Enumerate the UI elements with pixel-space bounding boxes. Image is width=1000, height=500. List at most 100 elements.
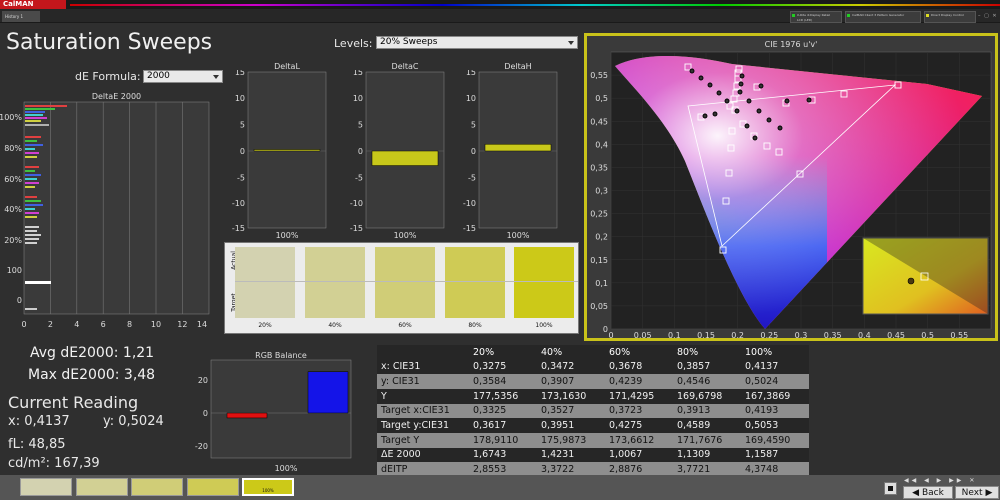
de-bar	[25, 170, 35, 172]
table-cell: 0,4193	[741, 403, 809, 419]
table-row: Target Y 178,9110 175,9873 173,6612 171,7676…	[377, 432, 809, 448]
current-y: y: 0,5024	[103, 414, 164, 429]
cie-y-label: 0,45	[590, 117, 608, 126]
deltaC-x-label: 100%	[394, 231, 417, 240]
de-bar	[25, 144, 43, 146]
meter-device[interactable]: X-Rite i1Display Retail LCD (LED)	[790, 11, 842, 23]
levels-select[interactable]: 20% Sweeps	[376, 36, 578, 49]
deltaL-x-label: 100%	[276, 231, 299, 240]
meter-device-mode: LCD (LED)	[797, 18, 813, 22]
table-cell: 169,4590	[741, 432, 809, 448]
table-cell: 0,4239	[605, 374, 673, 389]
pattern-generator-device[interactable]: CalMAN Client 3 Pattern Generator	[845, 11, 921, 23]
de2000-y-label: 100	[7, 266, 22, 275]
de2000-y-label: 80%	[4, 144, 22, 153]
tab-history[interactable]: History 1	[2, 11, 40, 22]
cie-measured-marker	[707, 82, 713, 88]
de-bar	[25, 230, 37, 232]
rgb-y-label: 20	[198, 376, 208, 385]
de-bar	[25, 208, 35, 210]
swatch-label: 40%	[328, 322, 342, 329]
cie-x-label: 0	[608, 331, 613, 338]
de-bar	[25, 242, 37, 244]
bottom-swatch[interactable]	[187, 478, 239, 496]
table-cell: 1,0067	[605, 447, 673, 463]
table-cell: 0,3678	[605, 359, 673, 375]
cie-x-label: 0,1	[668, 331, 681, 338]
swatch-actual	[514, 247, 574, 281]
table-cell: 0,3472	[537, 359, 605, 375]
delta-y-label: 5	[240, 121, 245, 130]
de-bar	[25, 136, 41, 138]
de-bar	[25, 111, 45, 113]
table-cell: 0,3913	[673, 403, 741, 419]
cie-y-label: 0,4	[595, 140, 608, 149]
de-bar	[25, 166, 39, 168]
playback-controls[interactable]: ◀◀ ◀ ▶ ▶▶ ✕	[904, 477, 998, 485]
de-bar	[25, 178, 37, 180]
max-de: Max dE2000: 3,48	[28, 367, 156, 383]
cie-x-label: 0,5	[921, 331, 934, 338]
de-bar	[25, 156, 37, 158]
table-cell: 171,7676	[673, 432, 741, 448]
app-logo[interactable]: CalMAN	[0, 0, 66, 9]
de-bar	[25, 308, 37, 310]
blue-balance-bar	[307, 371, 349, 414]
bottom-swatch[interactable]	[76, 478, 128, 496]
table-row: ΔE 2000 1,6743 1,4231 1,0067 1,1309 1,1587	[377, 447, 809, 463]
cie-measured-marker	[716, 90, 722, 96]
de-bar	[25, 114, 43, 116]
swatch-target	[445, 282, 505, 318]
cie-x-label: 0,35	[824, 331, 842, 338]
cie-measured-marker	[756, 108, 762, 114]
delta-y-label: 0	[358, 147, 363, 156]
de-bar	[25, 196, 37, 198]
table-cell: 171,4295	[605, 388, 673, 404]
current-luminance: cd/m²: 167,39	[8, 456, 100, 471]
de-formula-select[interactable]: 2000	[143, 70, 223, 83]
swatch-target	[375, 282, 435, 318]
de-formula-label: dE Formula:	[75, 70, 141, 83]
cie-measured-marker	[777, 125, 783, 131]
bottom-swatch[interactable]	[131, 478, 183, 496]
swatch-label: 80%	[468, 322, 482, 329]
cie-measured-marker	[737, 89, 743, 95]
delta-y-label: -10	[463, 199, 476, 208]
current-x: x: 0,4137	[8, 414, 70, 429]
deltaC-plot	[365, 71, 445, 229]
stop-button[interactable]	[884, 482, 897, 495]
bottom-swatch[interactable]: 100%	[242, 478, 294, 496]
table-cell: 175,9873	[537, 432, 605, 448]
table-cell: 1,1309	[673, 447, 741, 463]
back-button[interactable]: ◀ Back	[903, 486, 953, 499]
de-bar	[25, 226, 39, 228]
table-cell: 0,5053	[741, 418, 809, 433]
table-cell: 0,4589	[673, 418, 741, 433]
cie-chart: CIE 1976 u'v' 0,55 0,5 0,45 0,4 0,35 0,3 0,25 0…	[590, 40, 992, 340]
de2000-x-label: 8	[127, 320, 132, 329]
cie-x-label: 0,45	[887, 331, 905, 338]
table-cell: 1,6743	[469, 447, 537, 463]
table-cell: 178,9110	[469, 432, 537, 448]
display-control-device[interactable]: Direct Display Control	[924, 11, 976, 23]
window-controls[interactable]: – ▢ ✕	[978, 13, 998, 19]
cie-y-label: 0,25	[590, 210, 608, 219]
table-cell: 0,3584	[469, 374, 537, 389]
de2000-x-label: 12	[177, 320, 187, 329]
delta-y-label: 5	[358, 121, 363, 130]
table-cell: 0,4275	[605, 418, 673, 433]
chevron-down-icon	[568, 41, 574, 45]
table-cell: 0,5024	[741, 374, 809, 389]
next-button[interactable]: Next ▶	[955, 486, 999, 499]
table-row: Y 177,5356 173,1630 171,4295 169,6798 167,386…	[377, 388, 809, 404]
bottom-swatch[interactable]	[20, 478, 72, 496]
de2000-x-label: 6	[101, 320, 106, 329]
rgb-balance-chart: 20 0 -20 100%	[195, 359, 352, 473]
de2000-x-label: 4	[74, 320, 79, 329]
table-cell: 177,5356	[469, 388, 537, 404]
de-bar	[25, 108, 55, 110]
cie-x-label: 0,2	[731, 331, 744, 338]
cie-y-label: 0,1	[595, 279, 608, 288]
cie-measured-marker	[738, 81, 744, 87]
de2000-y-label: 100%	[0, 113, 22, 122]
